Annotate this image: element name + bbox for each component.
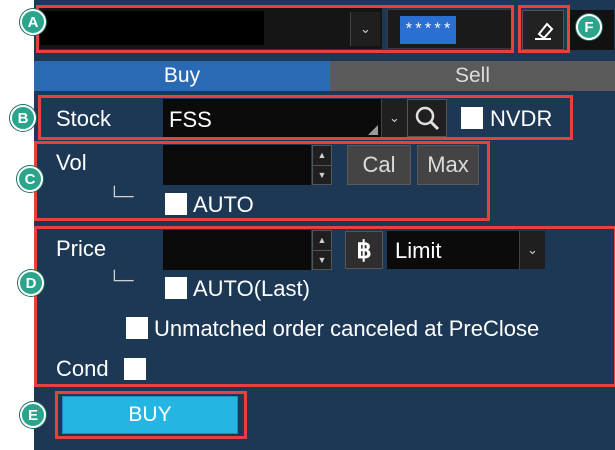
account-dropdown-button[interactable]: ⌄	[350, 12, 380, 46]
cond-label: Cond	[56, 356, 109, 381]
chevron-down-icon: ⌄	[360, 21, 371, 36]
account-selector[interactable]	[36, 7, 382, 49]
chevron-up-icon[interactable]: ▲	[313, 146, 331, 165]
max-button[interactable]: Max	[417, 145, 479, 185]
order-type-value: Limit	[395, 238, 442, 263]
order-type-select[interactable]: Limit	[387, 231, 519, 269]
callout-c: C	[17, 166, 43, 192]
auto-last-label: AUTO(Last)	[193, 276, 310, 301]
chevron-up-icon[interactable]: ▲	[313, 231, 331, 250]
callout-b: B	[10, 105, 36, 131]
vol-stepper[interactable]: ▲ ▼	[312, 145, 332, 185]
price-input[interactable]	[163, 230, 311, 270]
stock-label: Stock	[56, 106, 112, 131]
eraser-button[interactable]	[522, 10, 564, 50]
cond-checkbox[interactable]	[124, 358, 146, 380]
vol-auto-label: AUTO	[193, 192, 254, 217]
nvdr-checkbox[interactable]	[461, 107, 483, 129]
stock-value: FSS	[169, 107, 212, 132]
tab-sell[interactable]: Sell	[330, 61, 615, 91]
callout-e: E	[20, 402, 46, 428]
chevron-down-icon[interactable]: ▼	[313, 249, 331, 270]
cal-button[interactable]: Cal	[347, 145, 411, 185]
vol-tree-connector: └─	[108, 186, 134, 206]
eraser-icon	[535, 22, 554, 40]
price-label: Price	[56, 236, 107, 261]
chevron-down-icon[interactable]: ▼	[313, 164, 331, 185]
callout-a: A	[20, 9, 46, 35]
stock-search-button[interactable]	[407, 99, 447, 137]
vol-input[interactable]	[163, 145, 311, 185]
resize-grip-icon	[368, 125, 378, 135]
tab-buy-label: Buy	[163, 64, 201, 87]
auto-last-checkbox[interactable]	[165, 277, 187, 299]
password-masked-value: *****	[400, 16, 457, 44]
nvdr-label: NVDR	[490, 106, 553, 131]
callout-d: D	[18, 270, 44, 296]
vol-label: Vol	[56, 150, 87, 175]
preclose-checkbox[interactable]	[126, 317, 148, 339]
stock-dropdown-button[interactable]: ⌄	[381, 99, 407, 137]
price-tree-connector: └─	[108, 270, 134, 290]
order-type-dropdown-button[interactable]: ⌄	[519, 231, 545, 269]
baht-icon: ฿	[356, 236, 372, 264]
tab-sell-label: Sell	[454, 64, 491, 87]
price-stepper[interactable]: ▲ ▼	[312, 230, 332, 270]
callout-f: F	[576, 14, 602, 40]
stock-input[interactable]: FSS	[163, 99, 381, 137]
search-icon	[415, 106, 440, 131]
currency-button[interactable]: ฿	[345, 231, 383, 269]
tab-buy[interactable]: Buy	[34, 61, 330, 91]
account-value-field	[40, 11, 264, 45]
vol-auto-checkbox[interactable]	[165, 193, 187, 215]
chevron-down-icon: ⌄	[527, 242, 538, 257]
buy-button[interactable]: BUY	[62, 396, 238, 434]
chevron-down-icon: ⌄	[389, 110, 400, 125]
buy-button-label: BUY	[128, 403, 172, 426]
preclose-label: Unmatched order canceled at PreClose	[154, 316, 540, 341]
password-field[interactable]: *****	[387, 9, 513, 49]
